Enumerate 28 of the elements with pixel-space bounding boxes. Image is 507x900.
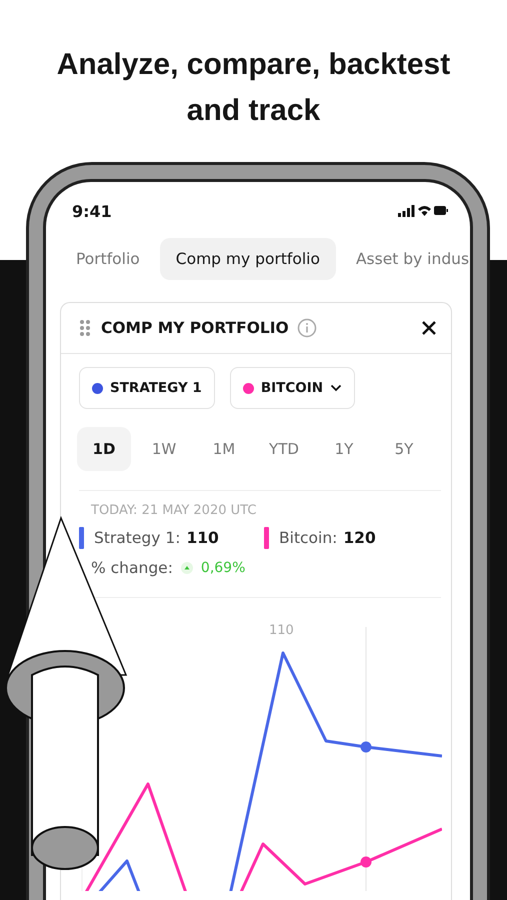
status-time: 9:41 [72,202,112,220]
bitcoin-point [360,856,372,868]
tab[interactable]: Asset by indus [340,238,470,280]
date-label: TODAY: 21 MAY 2020 UTC [90,503,258,518]
close-icon[interactable] [421,320,437,336]
legend-label: Bitcoin: [279,529,338,547]
headline: Analyze, compare, backtest and track [56,47,452,129]
period-tab[interactable]: 1Y [317,427,371,471]
strategy-point [360,742,372,752]
change-value: 0,69% [200,560,246,576]
period-tab[interactable]: 1M [197,427,251,471]
period-tab[interactable]: 1D [77,427,131,471]
drag-handle-icon[interactable] [79,319,91,337]
status-icons [398,204,448,218]
tab[interactable]: Portfolio [60,238,156,280]
legend-value: 110 [186,529,219,547]
legend-value: 120 [343,529,376,547]
info-icon[interactable] [296,318,317,338]
card-title: COMP MY PORTFOLIO [101,319,289,337]
tab[interactable]: Comp my portfolio [160,238,336,280]
series-chip[interactable]: BITCOIN [230,367,356,409]
change-label: % change: [91,559,173,577]
peak-label: 110 [269,623,294,638]
legend-label: Strategy 1: [94,529,180,547]
series-chip[interactable]: STRATEGY 1 [79,367,215,409]
period-tab[interactable]: 1W [137,427,191,471]
period-tab[interactable]: YTD [257,427,311,471]
period-tab[interactable]: 5Y [377,427,431,471]
